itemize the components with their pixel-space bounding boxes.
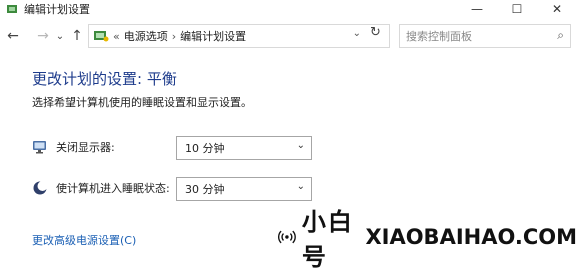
sleep-value: 30 分钟 [185,183,225,196]
up-button[interactable]: ↑ [68,26,86,46]
search-input[interactable]: 搜索控制面板 ⌕ [399,24,571,48]
close-button[interactable]: ✕ [537,0,577,18]
refresh-button[interactable]: ↻ [370,25,381,40]
sleep-select[interactable]: 30 分钟 ⌄ [176,177,312,201]
control-panel-icon [94,31,109,42]
breadcrumb-edit-plan[interactable]: 编辑计划设置 [180,28,246,44]
setting-row-display: 关闭显示器: [32,136,115,158]
broadcast-icon [278,230,296,244]
advanced-power-settings-link[interactable]: 更改高级电源设置(C) [32,232,136,248]
minimize-button[interactable]: — [457,0,497,18]
recent-locations-button[interactable]: ⌄ [54,26,66,46]
watermark-chinese-text: 小白号 [301,208,354,271]
window-title: 编辑计划设置 [24,3,90,16]
chevron-down-icon: ⌄ [296,181,305,192]
breadcrumb-power-options[interactable]: 电源选项 [124,28,168,44]
address-bar[interactable]: « 电源选项 › 编辑计划设置 ⌄ [88,24,390,48]
sleep-label: 使计算机进入睡眠状态: [56,182,170,195]
breadcrumb-separator[interactable]: › [172,30,176,43]
control-panel-icon [7,5,17,13]
maximize-button[interactable]: ☐ [497,0,537,18]
address-dropdown-icon[interactable]: ⌄ [353,28,361,39]
forward-button[interactable]: → [34,26,52,46]
moon-icon [33,181,48,195]
display-off-value: 10 分钟 [185,142,225,155]
search-icon[interactable]: ⌕ [557,28,564,43]
monitor-icon [33,141,46,154]
chevron-down-icon: ⌄ [296,140,305,151]
window-controls: — ☐ ✕ [457,0,577,18]
setting-row-sleep: 使计算机进入睡眠状态: [32,177,170,199]
watermark-banner: 小白号 XIAOBAIHAO.COM [272,208,577,271]
watermark-english-text: XIAOBAIHAO.COM [365,225,577,249]
back-button[interactable]: ← [4,26,22,46]
breadcrumb-overflow[interactable]: « [113,30,120,43]
title-bar: 编辑计划设置 — ☐ ✕ [0,0,577,18]
search-placeholder: 搜索控制面板 [406,30,472,43]
display-off-select[interactable]: 10 分钟 ⌄ [176,136,312,160]
page-title: 更改计划的设置: 平衡 [32,70,177,88]
navigation-bar: ← → ⌄ ↑ « 电源选项 › 编辑计划设置 ⌄ ↻ 搜索控制面板 ⌕ [0,22,577,50]
page-description: 选择希望计算机使用的睡眠设置和显示设置。 [32,96,252,109]
display-off-label: 关闭显示器: [56,141,115,154]
